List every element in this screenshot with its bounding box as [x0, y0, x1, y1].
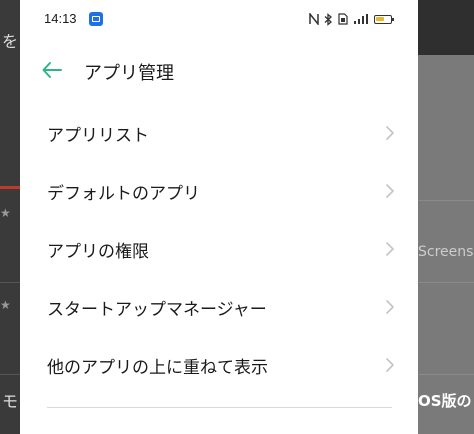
status-time: 14:13 [44, 11, 77, 26]
menu-item-label: スタートアップマネージャー [47, 300, 267, 320]
notification-app-icon [89, 12, 103, 26]
menu-item-label: アプリの権限 [47, 242, 149, 262]
chevron-right-icon [386, 184, 394, 198]
background-text: OS版の [418, 392, 472, 410]
menu-item-display-over-other-apps[interactable]: 他のアプリの上に重ねて表示 [20, 336, 418, 394]
chevron-right-icon [386, 242, 394, 256]
signal-icon [354, 14, 368, 24]
background-divider [418, 200, 474, 201]
page-header: アプリ管理 [20, 52, 418, 88]
background-right-strip: Screens OS版の [418, 0, 474, 434]
background-text: Screens [418, 244, 474, 260]
menu-item-label: 他のアプリの上に重ねて表示 [47, 358, 268, 378]
sim-icon [338, 13, 348, 25]
background-divider [418, 374, 474, 375]
menu-list: アプリリスト デフォルトのアプリ アプリの権限 スタートアップマネージャー 他の… [20, 104, 418, 394]
menu-item-startup-manager[interactable]: スタートアップマネージャー [20, 278, 418, 336]
status-icons [309, 11, 394, 27]
background-accent-line [0, 186, 20, 189]
background-text: モ [2, 392, 19, 411]
background-star-icon: ★ [0, 206, 11, 220]
chevron-right-icon [386, 300, 394, 314]
chevron-right-icon [386, 126, 394, 140]
background-divider [418, 282, 474, 283]
background-header [418, 0, 474, 55]
status-bar: 14:13 [20, 0, 418, 38]
menu-item-label: アプリリスト [47, 126, 149, 146]
menu-item-app-permissions[interactable]: アプリの権限 [20, 220, 418, 278]
background-star-icon: ★ [0, 298, 11, 312]
background-text: を [2, 32, 19, 51]
background-left-strip: を ★ ★ モ [0, 0, 20, 434]
background-divider [0, 374, 20, 375]
nfc-icon [309, 13, 319, 25]
divider [47, 407, 392, 408]
back-arrow-icon[interactable] [40, 58, 64, 82]
page-title: アプリ管理 [84, 63, 174, 84]
battery-icon [374, 14, 394, 24]
menu-item-app-list[interactable]: アプリリスト [20, 104, 418, 162]
background-divider [0, 282, 20, 283]
chevron-right-icon [386, 358, 394, 372]
menu-item-label: デフォルトのアプリ [47, 184, 200, 204]
bluetooth-icon [324, 12, 332, 26]
menu-item-default-apps[interactable]: デフォルトのアプリ [20, 162, 418, 220]
phone-screen: 14:13 アプリ管理 アプリリスト デフォルトのアプリ アプリの権限 スタート… [20, 0, 418, 434]
